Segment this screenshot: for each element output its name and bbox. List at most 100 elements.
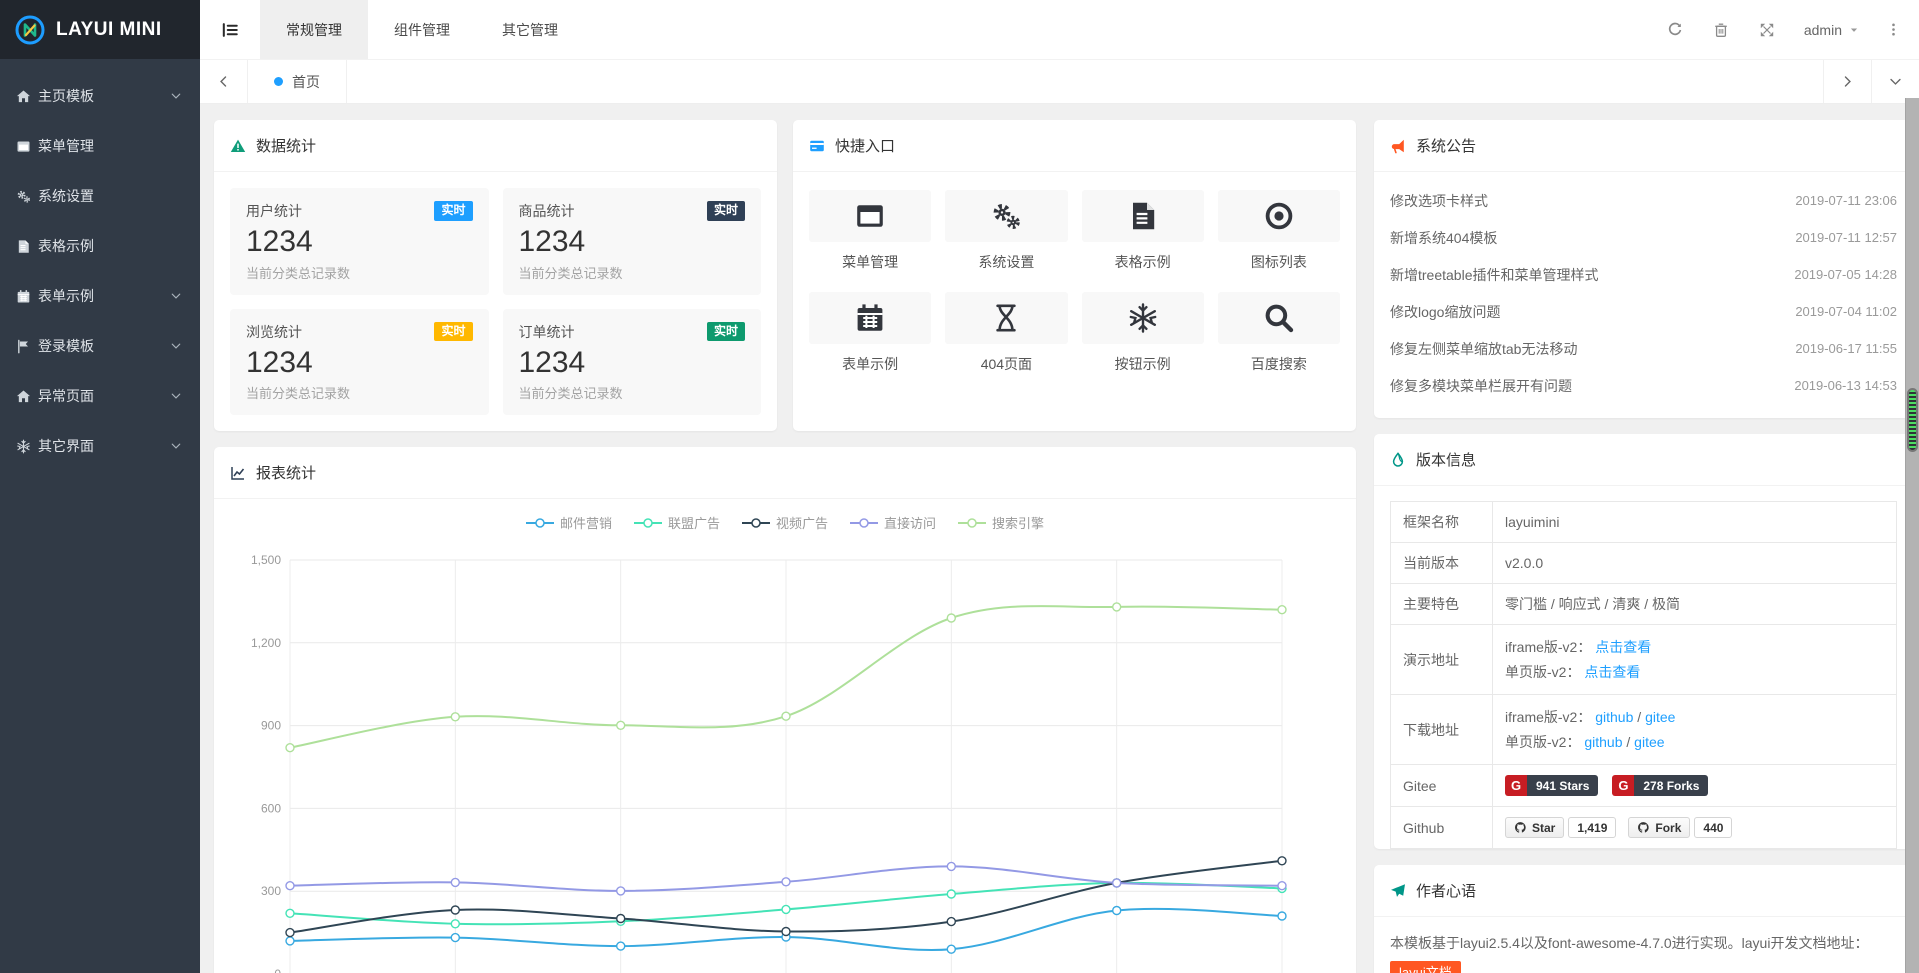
sidebar-item-label: 主页模板 [38,86,170,106]
author-line1: 本模板基于layui2.5.4以及font-awesome-4.7.0进行实现。… [1390,935,1868,951]
notice-item-5[interactable]: 修复多模块菜单栏展开有问题2019-06-13 14:53 [1390,367,1897,404]
line-chart-icon [230,465,246,481]
legend-marker-icon [742,518,770,528]
chevron-down-icon [170,289,184,303]
notice-item-3[interactable]: 修改logo缩放问题2019-07-04 11:02 [1390,293,1897,330]
user-dropdown[interactable]: admin [1790,0,1873,59]
stat-value: 1234 [246,344,473,382]
file-icon [16,238,38,254]
stat-caption: 当前分类总记录数 [246,263,473,282]
link-github[interactable]: github [1584,734,1622,750]
menu-toggle-icon[interactable] [200,0,260,59]
legend-label: 视频广告 [776,513,828,532]
version-label: 下载地址 [1391,695,1493,765]
topbar-tab-2[interactable]: 其它管理 [476,0,584,59]
version-label: 演示地址 [1391,625,1493,695]
topbar-tab-1[interactable]: 组件管理 [368,0,476,59]
link-点击查看[interactable]: 点击查看 [1595,639,1651,655]
topbar-tabs: 常规管理组件管理其它管理 [260,0,584,59]
legend-marker-icon [526,518,554,528]
version-card: 版本信息 框架名称layuimini当前版本v2.0.0主要特色零门槛 / 响应… [1374,434,1913,849]
status-badge: 实时 [707,322,745,342]
refresh-icon[interactable] [1652,0,1698,59]
quick-entry-label: 图标列表 [1218,252,1340,272]
link-gitee[interactable]: gitee [1645,709,1675,725]
quick-entry-3[interactable]: 图标列表 [1218,190,1340,272]
notice-time: 2019-07-11 23:06 [1795,193,1897,208]
sidebar-item-5[interactable]: 登录模板 [0,321,200,371]
legend-item-4[interactable]: 搜索引擎 [958,513,1044,532]
scrollbar-thumb[interactable] [1907,388,1918,452]
page-content: 数据统计 用户统计实时1234当前分类总记录数商品统计实时1234当前分类总记录… [200,104,1919,973]
quick-entry-1[interactable]: 系统设置 [945,190,1067,272]
vertical-scrollbar[interactable] [1905,98,1919,973]
notice-item-2[interactable]: 新增treetable插件和菜单管理样式2019-07-05 14:28 [1390,256,1897,293]
version-label: 当前版本 [1391,543,1493,584]
quick-entry-label: 菜单管理 [809,252,931,272]
quick-entry-5[interactable]: 404页面 [945,292,1067,374]
notice-item-1[interactable]: 新增系统404模板2019-07-11 12:57 [1390,219,1897,256]
legend-item-1[interactable]: 联盟广告 [634,513,720,532]
legend-item-2[interactable]: 视频广告 [742,513,828,532]
window-icon [16,138,38,154]
svg-text:900: 900 [261,719,281,733]
quick-entry-4[interactable]: 表单示例 [809,292,931,374]
quick-entry-7[interactable]: 百度搜索 [1218,292,1340,374]
stat-label: 用户统计 [246,201,302,221]
dot-circle-icon [1218,190,1340,242]
sidebar-item-6[interactable]: 异常页面 [0,371,200,421]
layui-doc-badge[interactable]: layui文档 [1390,961,1461,973]
droplet-icon [1390,452,1406,468]
tab-scroll-right-icon[interactable] [1823,60,1871,103]
topbar-tab-0[interactable]: 常规管理 [260,0,368,59]
link-github[interactable]: github [1595,709,1633,725]
sidebar-item-label: 系统设置 [38,186,184,206]
sidebar-item-1[interactable]: 菜单管理 [0,121,200,171]
svg-text:1,200: 1,200 [251,636,281,650]
calendar-icon [16,288,38,304]
home-icon [16,88,38,104]
sidebar-item-4[interactable]: 表单示例 [0,271,200,321]
quick-entry-2[interactable]: 表格示例 [1082,190,1204,272]
quick-entry-6[interactable]: 按钮示例 [1082,292,1204,374]
hourglass-icon [945,292,1067,344]
link-点击查看[interactable]: 点击查看 [1584,664,1640,680]
more-ellipsis-icon[interactable] [1873,0,1913,59]
version-value: v2.0.0 [1505,555,1543,571]
notice-item-4[interactable]: 修复左侧菜单缩放tab无法移动2019-06-17 11:55 [1390,330,1897,367]
github-star-button[interactable]: Star [1505,817,1564,838]
author-card: 作者心语 本模板基于layui2.5.4以及font-awesome-4.7.0… [1374,865,1913,973]
notice-item-0[interactable]: 修改选项卡样式2019-07-11 23:06 [1390,182,1897,219]
notice-text: 修复左侧菜单缩放tab无法移动 [1390,339,1577,359]
svg-text:1,500: 1,500 [251,553,281,567]
version-label: Github [1391,807,1493,849]
fullscreen-icon[interactable] [1744,0,1790,59]
github-fork-button[interactable]: Fork [1628,817,1690,838]
clear-cache-trash-icon[interactable] [1698,0,1744,59]
legend-item-0[interactable]: 邮件营销 [526,513,612,532]
brand-logo[interactable]: LAYUI MINI [0,0,200,59]
sidebar-item-7[interactable]: 其它界面 [0,421,200,471]
gitee-badge-text: 941 Stars [1527,775,1598,796]
github-star-count: 1,419 [1568,817,1616,838]
quick-entry-0[interactable]: 菜单管理 [809,190,931,272]
gitee-badge[interactable]: G278 Forks [1612,775,1708,796]
report-line-chart: 03006009001,2001,500周一周二周三周四周五周六周日 [230,546,1312,973]
stat-caption: 当前分类总记录数 [246,383,473,402]
sidebar-item-label: 登录模板 [38,336,170,356]
notice-time: 2019-07-05 14:28 [1794,267,1897,282]
tab-scroll-left-icon[interactable] [200,60,248,103]
link-gitee[interactable]: gitee [1634,734,1664,750]
tab-home[interactable]: 首页 [248,60,347,103]
sidebar: LAYUI MINI 主页模板菜单管理系统设置表格示例表单示例登录模板异常页面其… [0,0,200,973]
sidebar-item-3[interactable]: 表格示例 [0,221,200,271]
stat-caption: 当前分类总记录数 [519,263,746,282]
quick-entry-label: 表单示例 [809,354,931,374]
main-area: 常规管理组件管理其它管理 admin [200,0,1919,973]
version-value: 零门槛 / 响应式 / 清爽 / 极简 [1505,596,1680,612]
tab-menu-chevron-down-icon[interactable] [1871,60,1919,103]
sidebar-item-0[interactable]: 主页模板 [0,71,200,121]
gitee-badge[interactable]: G941 Stars [1505,775,1598,796]
legend-item-3[interactable]: 直接访问 [850,513,936,532]
sidebar-item-2[interactable]: 系统设置 [0,171,200,221]
